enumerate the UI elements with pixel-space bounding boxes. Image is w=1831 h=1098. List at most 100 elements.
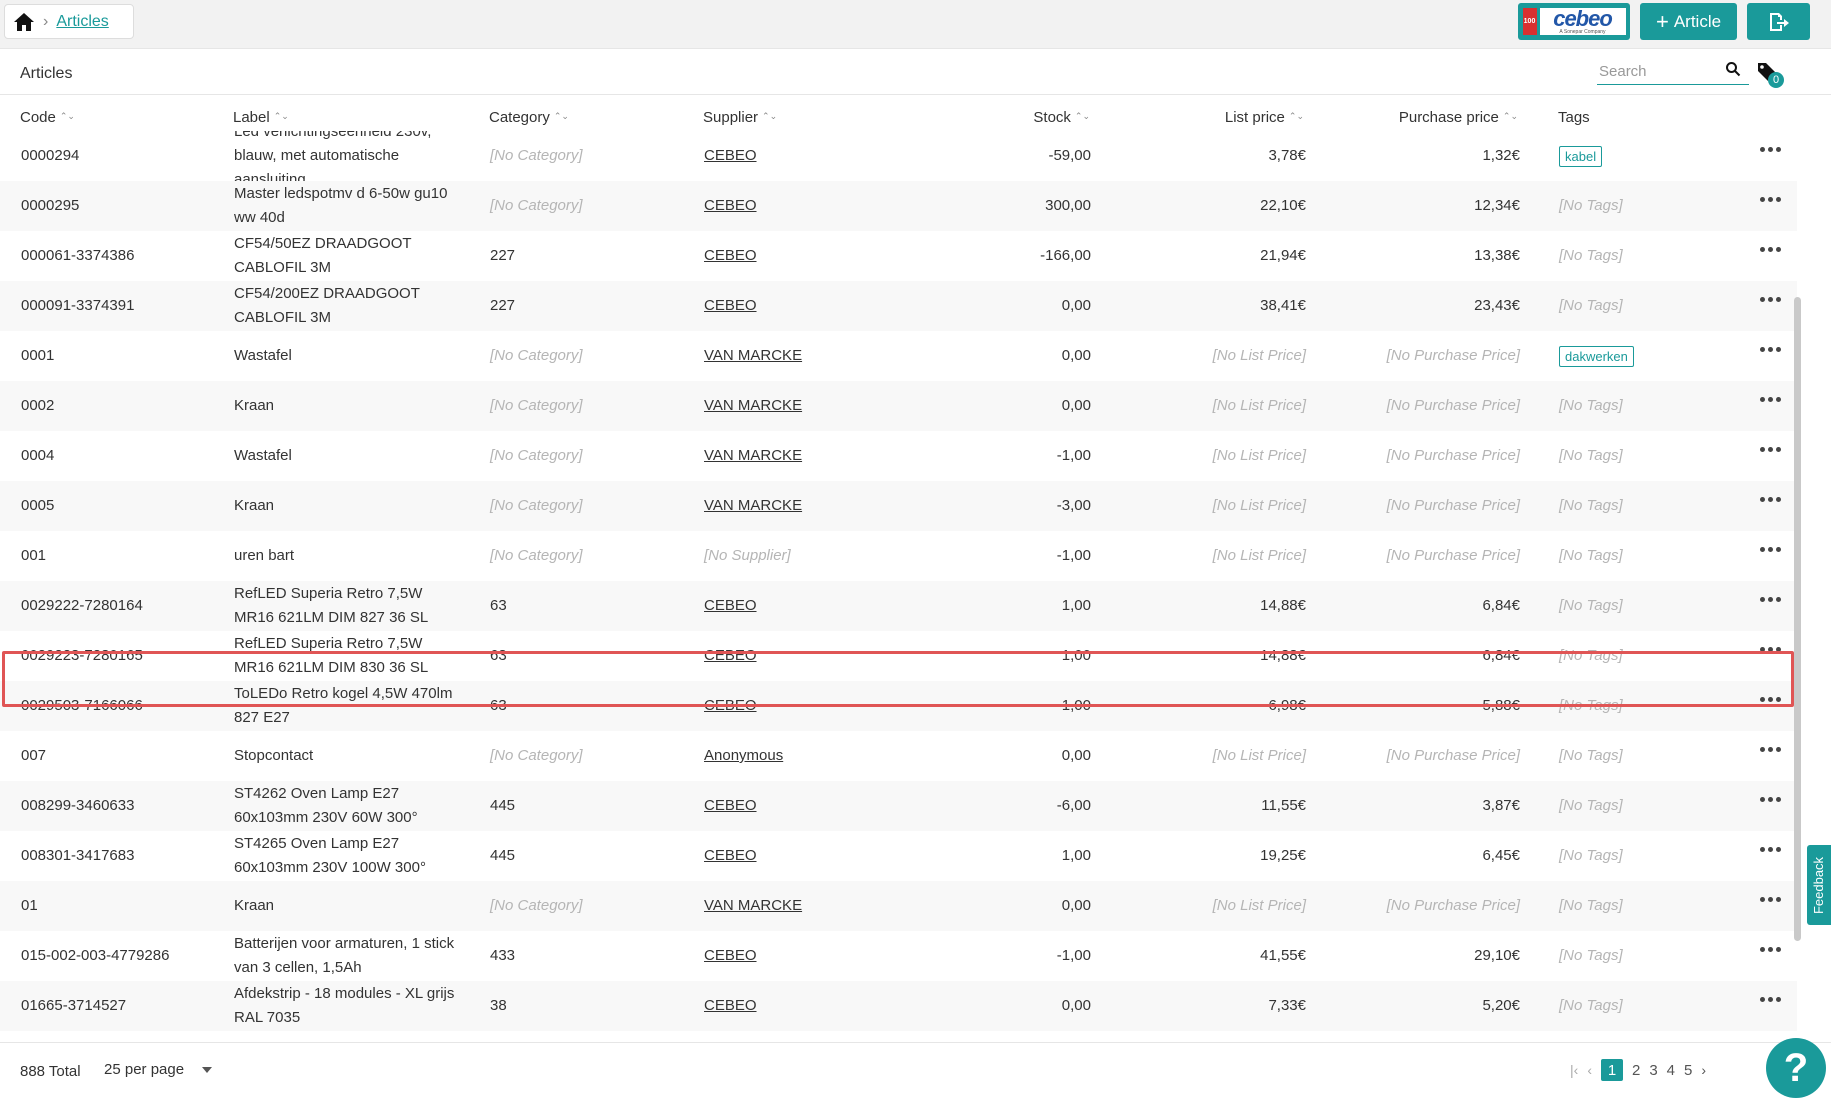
table-row[interactable]: 007 Stopcontact [No Category] Anonymous 0,00… [0, 731, 1797, 781]
supplier-link[interactable]: CEBEO [704, 794, 757, 818]
cell-label: uren bart [234, 531, 464, 581]
table-row[interactable]: 008299-3460633 ST4262 Oven Lamp E27 60x10… [0, 781, 1797, 831]
supplier-link[interactable]: CEBEO [704, 844, 757, 868]
supplier-link[interactable]: Anonymous [704, 744, 783, 768]
more-options-icon[interactable] [1760, 747, 1782, 757]
cell-purchase-price: [No Purchase Price] [1340, 881, 1520, 931]
supplier-link[interactable]: CEBEO [704, 644, 757, 668]
supplier-link[interactable]: VAN MARCKE [704, 394, 802, 418]
supplier-link[interactable]: VAN MARCKE [704, 894, 802, 918]
table-row[interactable]: 0029223-7280165 RefLED Superia Retro 7,5W… [0, 631, 1797, 681]
cell-list-price-text: 14,88€ [1260, 647, 1306, 664]
supplier-link[interactable]: CEBEO [704, 594, 757, 618]
table-row[interactable]: 000061-3374386 CF54/50EZ DRAADGOOT CABLOF… [0, 231, 1797, 281]
cell-supplier: [No Supplier] [704, 531, 904, 581]
more-options-icon[interactable] [1760, 497, 1782, 507]
supplier-link[interactable]: VAN MARCKE [704, 344, 802, 368]
more-options-icon[interactable] [1760, 697, 1782, 707]
cell-category: 433 [490, 931, 680, 981]
tag-chip[interactable]: kabel [1559, 145, 1603, 167]
supplier-link[interactable]: CEBEO [704, 144, 757, 168]
column-header-category[interactable]: Category ⌃⌄ [489, 107, 569, 127]
table-row[interactable]: 0005 Kraan [No Category] VAN MARCKE -3,00 [No… [0, 481, 1797, 531]
table-row[interactable]: 0002 Kraan [No Category] VAN MARCKE 0,00 [No … [0, 381, 1797, 431]
page-1-button[interactable]: 1 [1600, 1059, 1623, 1081]
table-row[interactable]: 0029503-7166066 ToLEDo Retro kogel 4,5W 4… [0, 681, 1797, 731]
column-header-list-price[interactable]: List price ⌃⌄ [1180, 107, 1304, 127]
cell-list-price: 6,98€ [1150, 681, 1306, 731]
more-options-icon[interactable] [1760, 297, 1782, 307]
column-header-stock[interactable]: Stock ⌃⌄ [980, 107, 1090, 127]
page-3-button[interactable]: 3 [1649, 1062, 1657, 1079]
table-row[interactable]: 01 Kraan [No Category] VAN MARCKE 0,00 [No Li… [0, 881, 1797, 931]
more-options-icon[interactable] [1760, 397, 1782, 407]
tag-filter-button[interactable]: 0 [1756, 61, 1784, 89]
cell-category: 63 [490, 581, 680, 631]
more-options-icon[interactable] [1760, 797, 1782, 807]
column-header-label: Supplier [703, 108, 759, 126]
column-header-code[interactable]: Code ⌃⌄ [20, 107, 75, 127]
supplier-link[interactable]: CEBEO [704, 244, 757, 268]
cell-supplier: CEBEO [704, 281, 904, 331]
table-row[interactable]: 0000295 Master ledspotmv d 6-50w gu10 ww … [0, 181, 1797, 231]
tag-chip[interactable]: dakwerken [1559, 345, 1634, 367]
column-header-purchase-price[interactable]: Purchase price ⌃⌄ [1360, 107, 1518, 127]
more-options-icon[interactable] [1760, 247, 1782, 257]
table-row[interactable]: 0000294 Led verlichtingseenheid 230v, bla… [0, 131, 1797, 188]
column-header-supplier[interactable]: Supplier ⌃⌄ [703, 107, 777, 127]
add-article-button[interactable]: + Article [1640, 3, 1737, 40]
supplier-link[interactable]: CEBEO [704, 194, 757, 218]
page-4-button[interactable]: 4 [1667, 1062, 1675, 1079]
export-button[interactable] [1747, 3, 1810, 40]
page-5-button[interactable]: 5 [1684, 1062, 1692, 1079]
supplier-link[interactable]: CEBEO [704, 994, 757, 1018]
cell-tags-text: [No Tags] [1559, 647, 1623, 664]
articles-panel: Articles 0 Code ⌃⌄ Label ⌃⌄ Category ⌃⌄ … [0, 48, 1831, 1096]
more-options-icon[interactable] [1760, 847, 1782, 857]
search-icon[interactable] [1725, 61, 1741, 77]
supplier-link[interactable]: CEBEO [704, 694, 757, 718]
table-row[interactable]: 0001 Wastafel [No Category] VAN MARCKE 0,00 [… [0, 331, 1797, 381]
table-scrollbar[interactable] [1794, 297, 1801, 941]
table-row[interactable]: 001 uren bart [No Category] [No Supplier] -1… [0, 531, 1797, 581]
supplier-link[interactable]: VAN MARCKE [704, 494, 802, 518]
cebeo-import-button[interactable]: 100 cebeo A Sonepar Company [1518, 3, 1630, 40]
table-row[interactable]: 000091-3374391 CF54/200EZ DRAADGOOT CABLO… [0, 281, 1797, 331]
per-page-select[interactable]: 25 per page [104, 1061, 213, 1078]
cell-purchase-price: 5,88€ [1340, 681, 1520, 731]
table-row[interactable]: 0004 Wastafel [No Category] VAN MARCKE -1,00… [0, 431, 1797, 481]
cell-category-text: 63 [490, 597, 507, 614]
first-page-icon[interactable]: |‹ [1570, 1062, 1578, 1078]
more-options-icon[interactable] [1760, 997, 1782, 1007]
more-options-icon[interactable] [1760, 597, 1782, 607]
more-options-icon[interactable] [1760, 347, 1782, 357]
breadcrumb-articles-link[interactable]: Articles [56, 13, 108, 31]
cell-stock-text: -59,00 [1048, 147, 1091, 164]
supplier-link[interactable]: VAN MARCKE [704, 444, 802, 468]
more-options-icon[interactable] [1760, 897, 1782, 907]
table-row[interactable]: 0029222-7280164 RefLED Superia Retro 7,5W… [0, 581, 1797, 631]
prev-page-icon[interactable]: ‹ [1587, 1062, 1592, 1078]
scrollbar-thumb[interactable] [1794, 297, 1801, 941]
more-options-icon[interactable] [1760, 947, 1782, 957]
feedback-tab[interactable]: Feedback [1807, 845, 1831, 925]
cell-code: 000091-3374391 [21, 281, 221, 331]
column-header-label[interactable]: Label ⌃⌄ [233, 107, 289, 127]
more-options-icon[interactable] [1760, 647, 1782, 657]
more-options-icon[interactable] [1760, 147, 1782, 157]
supplier-link[interactable]: CEBEO [704, 944, 757, 968]
search-input[interactable] [1597, 63, 1717, 80]
more-options-icon[interactable] [1760, 197, 1782, 207]
page-2-button[interactable]: 2 [1632, 1062, 1640, 1079]
help-button[interactable]: ? [1766, 1038, 1826, 1098]
next-page-icon[interactable]: › [1701, 1062, 1706, 1078]
table-row[interactable]: 01665-3714527 Afdekstrip - 18 modules - X… [0, 981, 1797, 1031]
cell-label-text: ST4262 Oven Lamp E27 60x103mm 230V 60W 3… [234, 785, 418, 826]
cell-supplier: CEBEO [704, 181, 904, 231]
table-row[interactable]: 015-002-003-4779286 Batterijen voor armat… [0, 931, 1797, 981]
table-row[interactable]: 008301-3417683 ST4265 Oven Lamp E27 60x10… [0, 831, 1797, 881]
supplier-link[interactable]: CEBEO [704, 294, 757, 318]
more-options-icon[interactable] [1760, 547, 1782, 557]
home-icon[interactable] [13, 11, 35, 33]
more-options-icon[interactable] [1760, 447, 1782, 457]
